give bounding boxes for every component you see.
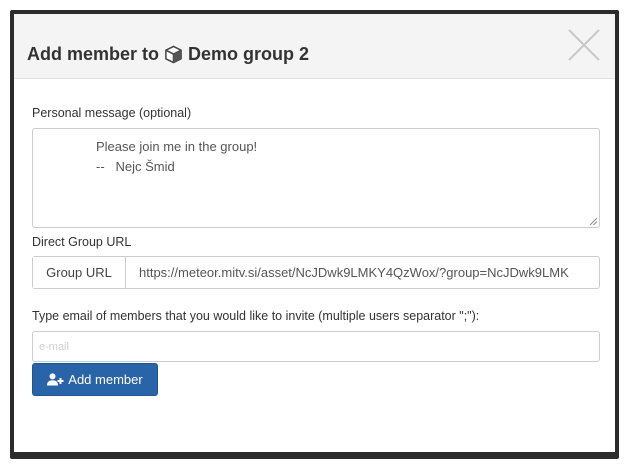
modal-title: Add member to Demo group 2 <box>27 44 309 65</box>
title-prefix: Add member to <box>27 44 160 64</box>
personal-message-label: Personal message (optional) <box>32 106 192 120</box>
direct-url-label: Direct Group URL <box>32 235 132 249</box>
add-member-label: Add member <box>68 372 143 387</box>
modal-header: Add member to Demo group 2 <box>14 14 615 79</box>
personal-message-textarea[interactable]: Please join me in the group! -- Nejc Šmi… <box>32 128 600 228</box>
add-user-icon <box>47 373 64 386</box>
add-member-button[interactable]: Add member <box>32 363 158 396</box>
direct-url-group: Group URL https://meteor.mitv.si/asset/N… <box>32 256 600 289</box>
group-url-addon: Group URL <box>33 257 126 288</box>
add-member-modal: Add member to Demo group 2 Personal mess… <box>14 14 615 452</box>
cube-icon <box>164 45 183 64</box>
group-name: Demo group 2 <box>188 44 310 64</box>
message-line-1: Please join me in the group! <box>96 139 258 154</box>
direct-url-field[interactable]: https://meteor.mitv.si/asset/NcJDwk9LMKY… <box>126 257 599 288</box>
close-icon[interactable] <box>567 28 601 62</box>
message-line-2: -- Nejc Šmid <box>96 159 175 174</box>
invite-label: Type email of members that you would lik… <box>32 309 480 323</box>
email-input[interactable] <box>32 331 600 362</box>
resize-handle-icon[interactable] <box>589 217 597 225</box>
